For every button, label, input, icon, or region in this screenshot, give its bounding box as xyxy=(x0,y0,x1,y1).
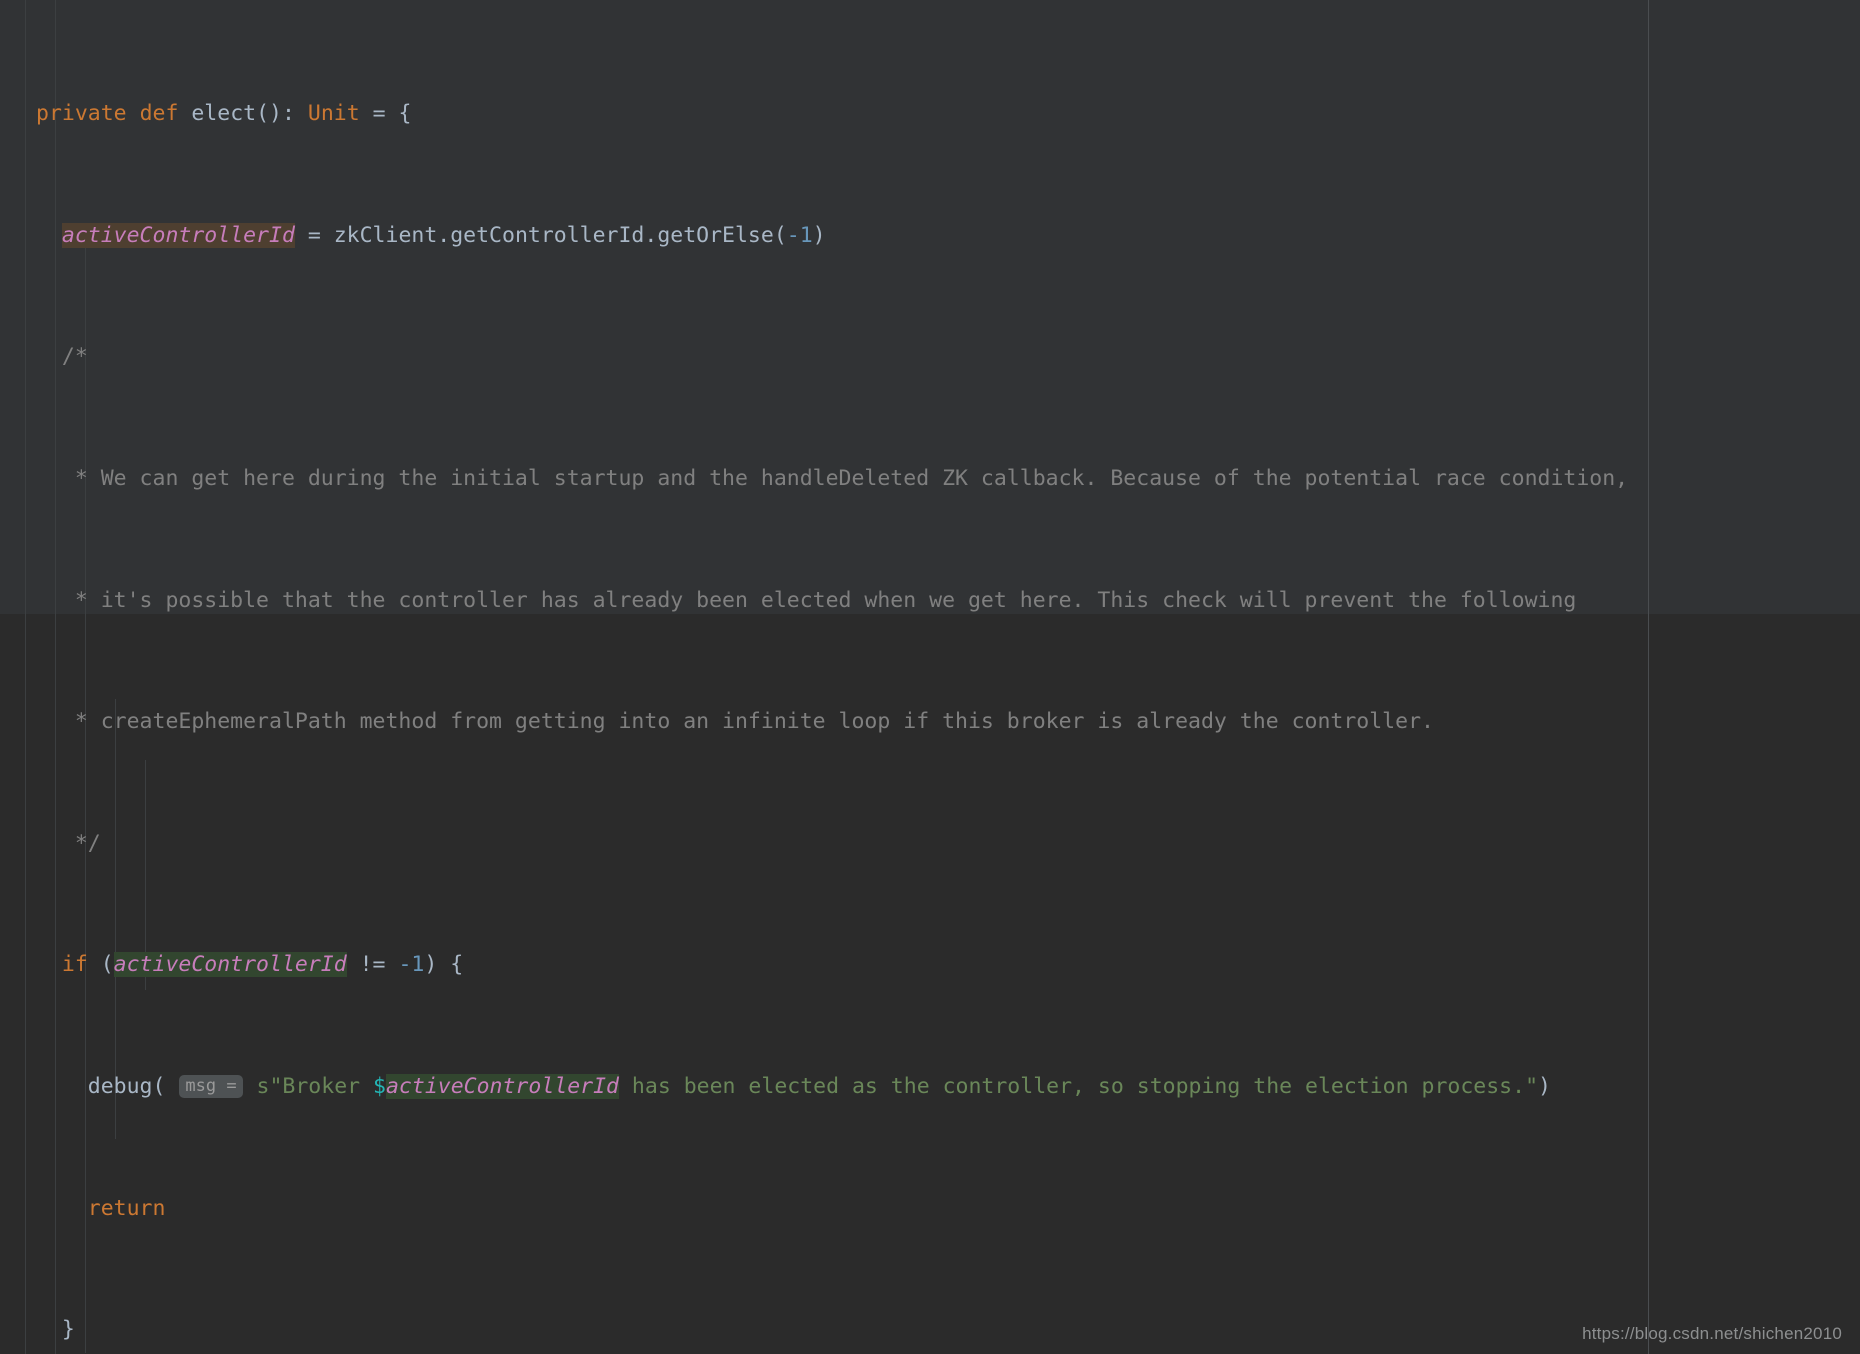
source-code[interactable]: private def elect(): Unit = { activeCont… xyxy=(0,0,1860,1354)
code-line: * We can get here during the initial sta… xyxy=(36,466,1629,492)
param-hint-msg: msg = xyxy=(179,1075,243,1099)
code-line: return xyxy=(87,1195,166,1221)
code-line: /* xyxy=(36,344,88,370)
code-line: * it's possible that the controller has … xyxy=(36,587,1577,613)
watermark: https://blog.csdn.net/shichen2010 xyxy=(1582,1324,1842,1343)
code-line: debug( msg = s"Broker $activeControllerI… xyxy=(36,1074,1551,1100)
code-line: if (activeControllerId != -1) { xyxy=(61,952,464,978)
code-line: */ xyxy=(36,830,101,856)
code-line: activeControllerId = zkClient.getControl… xyxy=(61,222,826,248)
code-line: * createEphemeralPath method from gettin… xyxy=(36,709,1434,735)
code-line: } xyxy=(36,1317,75,1343)
code-editor[interactable]: private def elect(): Unit = { activeCont… xyxy=(0,0,1860,1354)
code-line: private def elect(): Unit = { xyxy=(36,101,412,127)
